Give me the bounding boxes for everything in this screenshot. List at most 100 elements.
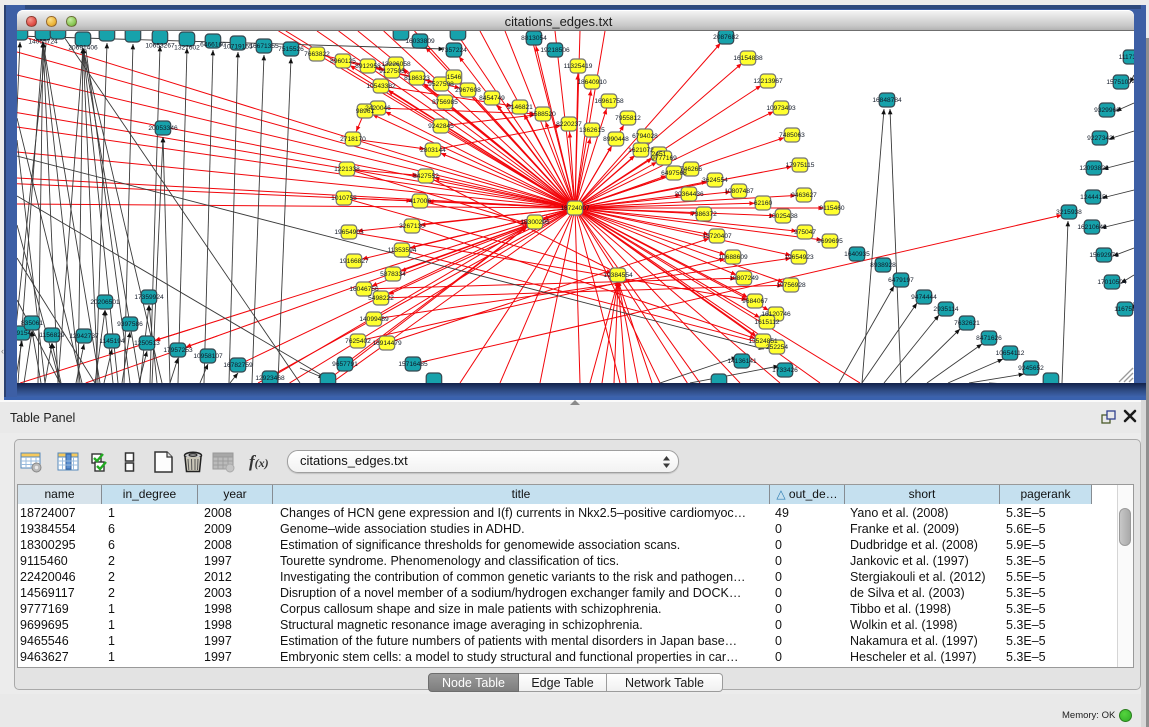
svg-text:417006: 417006 xyxy=(409,198,431,205)
svg-text:8990448: 8990448 xyxy=(603,136,629,143)
svg-text:8756985: 8756985 xyxy=(432,99,458,106)
svg-text:10543382: 10543382 xyxy=(366,83,396,90)
svg-text:15692971: 15692971 xyxy=(1089,252,1119,259)
svg-text:2803144: 2803144 xyxy=(420,147,446,154)
svg-text:1156829: 1156829 xyxy=(39,332,65,339)
svg-text:3267130: 3267130 xyxy=(399,223,425,230)
svg-text:9463627: 9463627 xyxy=(791,192,817,199)
svg-text:7386372: 7386372 xyxy=(691,211,717,218)
svg-text:6794028: 6794028 xyxy=(632,133,658,140)
svg-text:11353594: 11353594 xyxy=(388,247,417,254)
svg-text:5498222: 5498222 xyxy=(368,295,394,302)
svg-text:17975115: 17975115 xyxy=(786,162,815,169)
svg-text:8938928: 8938928 xyxy=(870,262,896,269)
svg-text:7515526: 7515526 xyxy=(278,46,304,53)
svg-text:1010755: 1010755 xyxy=(331,195,357,202)
svg-text:1546: 1546 xyxy=(447,74,462,81)
svg-text:2087682: 2087682 xyxy=(713,34,739,41)
svg-text:975047: 975047 xyxy=(794,229,816,236)
svg-text:7357224: 7357224 xyxy=(441,47,467,54)
svg-text:10025438: 10025438 xyxy=(768,213,798,220)
svg-text:19654923: 19654923 xyxy=(784,254,814,261)
svg-text:20053346: 20053346 xyxy=(148,125,178,132)
svg-text:7955812: 7955812 xyxy=(615,115,641,122)
svg-text:9777169: 9777169 xyxy=(651,155,677,162)
svg-text:16961758: 16961758 xyxy=(594,98,624,105)
svg-text:9699695: 9699695 xyxy=(817,238,843,245)
svg-text:1733426: 1733426 xyxy=(772,367,798,374)
svg-text:1327602: 1327602 xyxy=(174,45,200,52)
svg-text:116753: 116753 xyxy=(1114,306,1134,313)
svg-text:15751074: 15751074 xyxy=(1106,79,1134,86)
svg-text:6479197: 6479197 xyxy=(888,277,914,284)
svg-text:2718170: 2718170 xyxy=(340,136,366,143)
svg-text:11325419: 11325419 xyxy=(564,63,593,70)
svg-text:17359924: 17359924 xyxy=(134,294,164,301)
svg-text:8471626: 8471626 xyxy=(976,335,1002,342)
svg-text:20691406: 20691406 xyxy=(68,45,98,52)
svg-text:10958107: 10958107 xyxy=(193,353,223,360)
svg-text:16120746: 16120746 xyxy=(761,311,791,318)
svg-text:1640935: 1640935 xyxy=(844,251,870,258)
svg-text:15716485: 15716485 xyxy=(398,361,428,368)
svg-text:16914479: 16914479 xyxy=(372,340,402,347)
svg-text:16033809: 16033809 xyxy=(405,38,435,45)
svg-text:8960125: 8960125 xyxy=(330,58,356,65)
svg-text:18724007: 18724007 xyxy=(560,205,590,212)
svg-text:1615112: 1615112 xyxy=(754,319,780,326)
svg-text:98961: 98961 xyxy=(356,108,375,115)
svg-text:14099489: 14099489 xyxy=(359,316,389,323)
svg-text:12213967: 12213967 xyxy=(753,78,783,85)
svg-text:746266: 746266 xyxy=(680,166,702,173)
svg-text:10688609: 10688609 xyxy=(718,254,748,261)
svg-text:1244415: 1244415 xyxy=(1080,194,1106,201)
svg-text:252254: 252254 xyxy=(766,344,788,351)
svg-text:9127503: 9127503 xyxy=(379,68,405,75)
svg-text:9242845: 9242845 xyxy=(428,123,454,130)
svg-text:16671355: 16671355 xyxy=(249,43,279,50)
svg-text:17010504: 17010504 xyxy=(1097,279,1127,286)
svg-text:1145194: 1145194 xyxy=(99,338,125,345)
svg-text:16154838: 16154838 xyxy=(733,55,763,62)
svg-text:3215938: 3215938 xyxy=(1056,209,1082,216)
svg-text:39154: 39154 xyxy=(17,330,31,337)
svg-text:7625402: 7625402 xyxy=(345,338,371,345)
svg-text:3624554: 3624554 xyxy=(702,177,728,184)
svg-text:9397586: 9397586 xyxy=(117,321,143,328)
svg-text:10973493: 10973493 xyxy=(766,105,796,112)
svg-text:17957253: 17957253 xyxy=(163,347,193,354)
svg-text:7663822: 7663822 xyxy=(304,51,330,58)
svg-text:6466160: 6466160 xyxy=(200,42,226,49)
svg-text:19166827: 19166827 xyxy=(339,258,369,265)
svg-text:9657791: 9657791 xyxy=(332,361,358,368)
svg-text:9527508: 9527508 xyxy=(428,81,454,88)
svg-text:10653267: 10653267 xyxy=(145,43,175,50)
svg-text:9146821: 9146821 xyxy=(507,104,533,111)
svg-text:12923468: 12923468 xyxy=(255,375,285,382)
svg-text:19654903: 19654903 xyxy=(334,229,364,236)
svg-text:5878334: 5878334 xyxy=(380,271,406,278)
svg-text:13226058: 13226058 xyxy=(381,61,411,68)
svg-text:8427552: 8427552 xyxy=(413,173,439,180)
svg-text:9474444: 9474444 xyxy=(911,294,937,301)
svg-text:8186323: 8186323 xyxy=(404,75,430,82)
svg-text:9684067: 9684067 xyxy=(742,298,768,305)
svg-text:16782759: 16782759 xyxy=(223,362,253,369)
svg-text:8454749: 8454749 xyxy=(479,95,505,102)
svg-text:16046756: 16046756 xyxy=(349,286,379,293)
svg-text:9245652: 9245652 xyxy=(1018,365,1044,372)
svg-text:62160: 62160 xyxy=(754,200,773,207)
svg-text:8813054: 8813054 xyxy=(521,35,547,42)
svg-text:2935114: 2935114 xyxy=(933,306,959,313)
svg-text:835061: 835061 xyxy=(21,320,43,327)
svg-text:19756928: 19756928 xyxy=(776,282,806,289)
svg-text:15720407: 15720407 xyxy=(702,233,732,240)
svg-text:7485063: 7485063 xyxy=(779,132,805,139)
svg-text:12942737: 12942737 xyxy=(69,333,99,340)
svg-text:20364436: 20364436 xyxy=(674,191,704,198)
svg-text:1362615: 1362615 xyxy=(579,127,605,134)
svg-text:10654112: 10654112 xyxy=(996,350,1025,357)
svg-text:1621072: 1621072 xyxy=(628,147,654,154)
svg-text:8912958: 8912958 xyxy=(355,63,381,70)
svg-text:1221338: 1221338 xyxy=(334,166,360,173)
